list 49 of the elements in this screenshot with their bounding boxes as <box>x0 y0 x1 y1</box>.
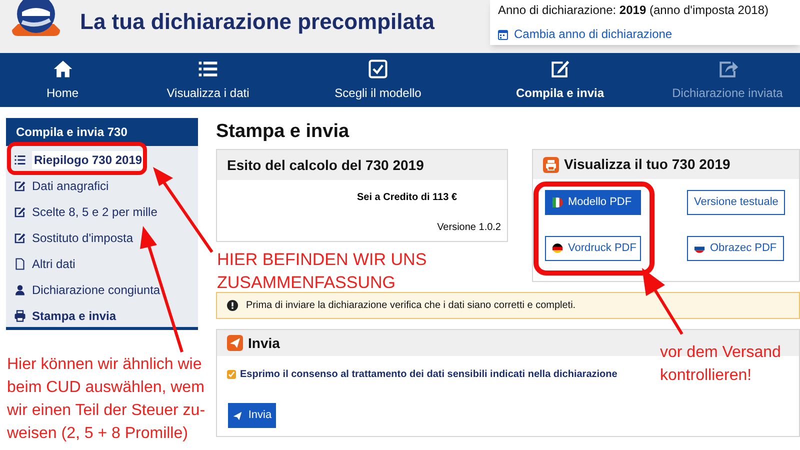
sidebar-item[interactable]: Scelte 8, 5 e 2 per mille <box>10 201 194 223</box>
page-title: Stampa e invia <box>216 120 350 144</box>
warning-text: Prima di inviare la dichiarazione verifica che i dati siano corretti e completi. <box>246 299 576 313</box>
edit-icon <box>14 206 26 218</box>
edit-icon <box>549 58 571 80</box>
calendar-icon <box>498 28 508 40</box>
annotation-arrow <box>642 268 684 335</box>
nav-tab[interactable]: Visualizza i dati <box>125 53 291 107</box>
sidebar-item[interactable]: Dichiarazione congiunta <box>10 279 194 301</box>
card-title: Esito del calcolo del 730 2019 <box>217 150 507 180</box>
exclamation-icon <box>227 300 238 311</box>
germany-flag-icon <box>552 243 563 254</box>
annotation-text: vor dem Versand kontrollieren! <box>660 343 781 386</box>
paper-plane-icon <box>232 410 244 420</box>
document-icon <box>14 258 26 270</box>
printer-icon <box>543 156 559 172</box>
declaration-year-text: Anno di dichiarazione: 2019 (anno d'imposta 2018) <box>498 2 770 19</box>
sidebar-item[interactable]: Sostituto d'imposta <box>10 227 194 249</box>
change-year-link[interactable]: Cambia anno di dichiarazione <box>498 25 792 43</box>
list-icon <box>14 154 26 166</box>
annotation-text: HIER BEFINDEN WIR UNS ZUSAMMENFASSUNG <box>217 249 427 294</box>
annotation-text: Hier können wir ähnlich wie beim CUD auswählen, wem wir einen Teil der Steuer zu- weisen (2, 5 + 8 Promille) <box>7 355 206 444</box>
sidebar-item[interactable]: Stampa e invia <box>10 305 194 327</box>
checkbox-icon <box>367 58 389 80</box>
pdf-button[interactable]: Versione testuale <box>687 190 786 215</box>
consent-checkbox[interactable] <box>227 370 236 379</box>
printer-icon <box>14 310 26 322</box>
consent-label: Esprimo il consenso al trattamento dei dati sensibili indicati nella dichiarazione <box>240 368 618 382</box>
nav-tab[interactable]: Compila e invia <box>465 53 655 107</box>
sidebar-item[interactable]: Dati anagrafici <box>10 175 194 197</box>
home-icon <box>52 58 74 80</box>
edit-icon <box>14 232 26 244</box>
paper-plane-icon <box>227 335 243 351</box>
user-icon <box>14 284 26 296</box>
credit-result: Sei a Credito di 113 € <box>356 191 458 205</box>
nav-tab[interactable]: Scegli il modello <box>291 53 465 107</box>
site-title: La tua dichiarazione precompilata <box>80 8 435 36</box>
card-title: Invia <box>248 334 280 352</box>
edit-icon <box>14 180 26 192</box>
pdf-button[interactable]: Obrazec PDF <box>687 236 784 261</box>
pdf-button[interactable]: Vordruck PDF <box>545 236 641 261</box>
pdf-button[interactable]: Modello PDF <box>545 190 641 215</box>
send-button[interactable]: Invia <box>228 403 276 428</box>
italy-flag-icon <box>552 197 563 208</box>
version-text: Versione 1.0.2 <box>436 221 502 235</box>
nav-tab[interactable]: Home <box>0 53 125 107</box>
card-title: Visualizza il tuo 730 2019 <box>564 155 730 174</box>
sidebar-item[interactable]: Altri dati <box>10 253 194 275</box>
sidebar-title: Compila e invia 730 <box>6 118 198 146</box>
